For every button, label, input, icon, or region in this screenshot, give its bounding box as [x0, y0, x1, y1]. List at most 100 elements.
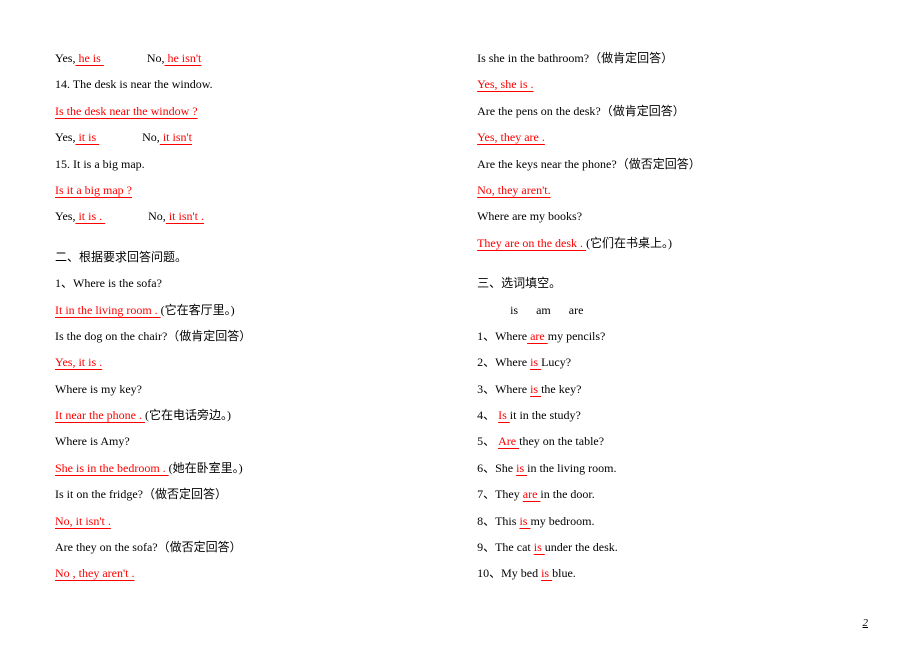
- note-living-room: (它在客厅里。): [161, 303, 235, 317]
- f2-ans: is: [530, 355, 541, 369]
- fill-3: 3、Where is the key?: [477, 376, 882, 402]
- s2-q10: Where are my books?: [477, 203, 882, 229]
- ans-on-desk: They are on the desk .: [477, 236, 586, 250]
- s2-q8: Are the pens on the desk?（做肯定回答）: [477, 98, 882, 124]
- f6-pre: 6、She: [477, 461, 516, 475]
- ans-it-is: it is: [75, 130, 99, 144]
- ans-bedroom: She is in the bedroom .: [55, 461, 169, 475]
- fill-1: 1、Where are my pencils?: [477, 323, 882, 349]
- fill-10: 10、My bed is blue.: [477, 560, 882, 586]
- fill-7: 7、They are in the door.: [477, 481, 882, 507]
- fill-9: 9、The cat is under the desk.: [477, 534, 882, 560]
- f4-ans: Is: [498, 408, 510, 422]
- ans-it-isnt: it isn't: [160, 130, 192, 144]
- option-is: is: [510, 303, 518, 317]
- f5-pre: 5、: [477, 434, 498, 448]
- ans-it-is-2: it is .: [75, 209, 105, 223]
- s2-a9: No, they aren't.: [477, 177, 882, 203]
- s2-a3: It near the phone . (它在电话旁边。): [55, 402, 407, 428]
- f5-ans: Are: [498, 434, 519, 448]
- option-am: am: [536, 303, 551, 317]
- f9-post: under the desk.: [545, 540, 618, 554]
- f8-ans: is: [519, 514, 530, 528]
- ans-no-it-isnt: No, it isn't .: [55, 514, 111, 528]
- ans-no-they-arent: No , they aren't .: [55, 566, 134, 580]
- yes-label: Yes,: [55, 209, 75, 223]
- q15-answers: Yes, it is . No, it isn't .: [55, 203, 407, 229]
- fill-5: 5、 Are they on the table?: [477, 428, 882, 454]
- note-on-desk: (它们在书桌上。): [586, 236, 672, 250]
- f4-pre: 4、: [477, 408, 498, 422]
- f8-pre: 8、This: [477, 514, 519, 528]
- ans-it-isnt-2: it isn't .: [166, 209, 204, 223]
- q14-answers: Yes, it is No, it isn't: [55, 124, 407, 150]
- s2-a10: They are on the desk . (它们在书桌上。): [477, 230, 882, 256]
- f3-pre: 3、Where: [477, 382, 530, 396]
- f6-post: in the living room.: [527, 461, 616, 475]
- s2-q7: Is she in the bathroom?（做肯定回答）: [477, 45, 882, 71]
- ans-q15: Is it a big map ?: [55, 183, 132, 197]
- section-2-title: 二、根据要求回答问题。: [55, 244, 407, 270]
- yes-label: Yes,: [55, 51, 75, 65]
- no-label: No,: [142, 130, 160, 144]
- q15-text: 15. It is a big map.: [55, 151, 407, 177]
- fill-2: 2、Where is Lucy?: [477, 349, 882, 375]
- f9-ans: is: [534, 540, 545, 554]
- ans-yes-they-are: Yes, they are .: [477, 130, 545, 144]
- f1-pre: 1、Where: [477, 329, 527, 343]
- f7-ans: are: [523, 487, 541, 501]
- f1-post: my pencils?: [548, 329, 606, 343]
- yes-label: Yes,: [55, 130, 75, 144]
- fill-options: is am are: [477, 297, 882, 323]
- f10-ans: is: [541, 566, 552, 580]
- ans-he-isnt: he isn't: [164, 51, 201, 65]
- no-label: No,: [148, 209, 166, 223]
- q14-transformed: Is the desk near the window ?: [55, 98, 407, 124]
- f4-post: it in the study?: [510, 408, 581, 422]
- s2-a4: She is in the bedroom . (她在卧室里。): [55, 455, 407, 481]
- note-bedroom: (她在卧室里。): [169, 461, 243, 475]
- ans-no-they-arent-2: No, they aren't.: [477, 183, 550, 197]
- f5-post: they on the table?: [519, 434, 604, 448]
- q14-text: 14. The desk is near the window.: [55, 71, 407, 97]
- two-column-layout: Yes, he is No, he isn't 14. The desk is …: [55, 45, 882, 587]
- options-indent: [477, 297, 507, 323]
- s2-q6: Are they on the sofa?（做否定回答）: [55, 534, 407, 560]
- s2-q9: Are the keys near the phone?（做否定回答）: [477, 151, 882, 177]
- ans-yes-it-is: Yes, it is .: [55, 355, 102, 369]
- ans-yes-she-is: Yes, she is .: [477, 77, 533, 91]
- ans-near-phone: It near the phone .: [55, 408, 145, 422]
- s2-a8: Yes, they are .: [477, 124, 882, 150]
- s2-q2: Is the dog on the chair?（做肯定回答）: [55, 323, 407, 349]
- f3-post: the key?: [541, 382, 581, 396]
- f7-pre: 7、They: [477, 487, 523, 501]
- f2-post: Lucy?: [541, 355, 571, 369]
- s2-a5: No, it isn't .: [55, 508, 407, 534]
- s2-a6: No , they aren't .: [55, 560, 407, 586]
- worksheet-page: Yes, he is No, he isn't 14. The desk is …: [0, 0, 920, 651]
- s2-q5: Is it on the fridge?（做否定回答）: [55, 481, 407, 507]
- s2-q4: Where is Amy?: [55, 428, 407, 454]
- s2-q3: Where is my key?: [55, 376, 407, 402]
- no-label: No,: [147, 51, 165, 65]
- f2-pre: 2、Where: [477, 355, 530, 369]
- ans-q14: Is the desk near the window ?: [55, 104, 198, 118]
- s2-q1: 1、Where is the sofa?: [55, 270, 407, 296]
- fill-6: 6、She is in the living room.: [477, 455, 882, 481]
- s2-a2: Yes, it is .: [55, 349, 407, 375]
- f3-ans: is: [530, 382, 541, 396]
- ans-he-is: he is: [75, 51, 103, 65]
- note-near-phone: (它在电话旁边。): [145, 408, 231, 422]
- f10-pre: 10、My bed: [477, 566, 541, 580]
- fill-8: 8、This is my bedroom.: [477, 508, 882, 534]
- left-column: Yes, he is No, he isn't 14. The desk is …: [55, 45, 407, 587]
- f9-pre: 9、The cat: [477, 540, 534, 554]
- page-number: 2: [863, 611, 869, 635]
- f6-ans: is: [516, 461, 527, 475]
- q15-transformed: Is it a big map ?: [55, 177, 407, 203]
- f7-post: in the door.: [540, 487, 594, 501]
- ans-living-room: It in the living room .: [55, 303, 161, 317]
- section-3-title: 三、选词填空。: [477, 270, 882, 296]
- s2-a7: Yes, she is .: [477, 71, 882, 97]
- f8-post: my bedroom.: [530, 514, 594, 528]
